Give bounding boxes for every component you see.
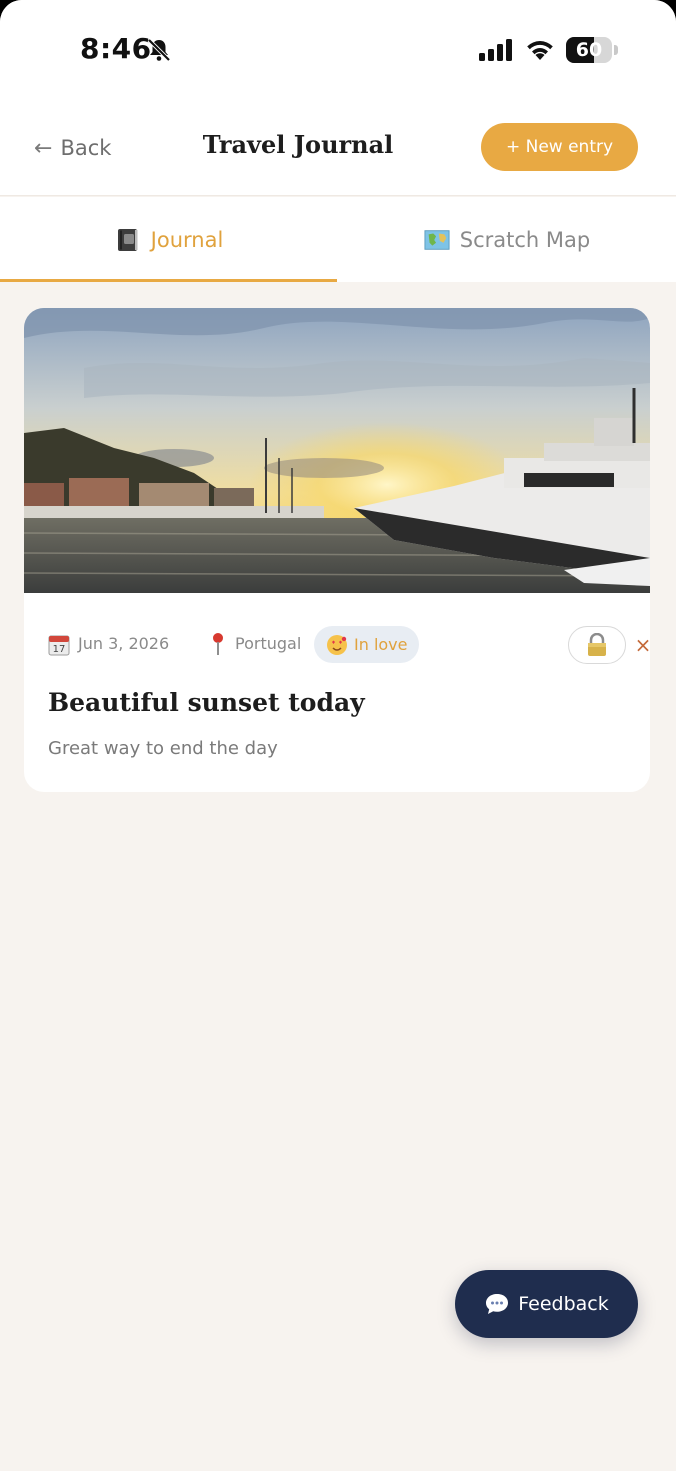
app-header: ← Back Travel Journal + New entry [0,100,676,196]
status-time: 8:46 [80,32,152,65]
privacy-toggle[interactable] [568,626,626,664]
entry-body: Great way to end the day [48,738,278,759]
feedback-label: Feedback [518,1293,609,1315]
cellular-signal-icon [479,39,512,61]
tab-journal[interactable]: Journal [0,197,338,282]
wifi-icon [527,41,553,60]
tab-scratch-map[interactable]: Scratch Map [338,197,676,282]
tab-scratch-map-label: Scratch Map [459,227,591,252]
app-screen: 8:46 60 ← Back Travel Journal + New entr… [0,0,676,1471]
lock-icon [588,633,606,656]
calendar-icon: 17 [48,635,70,656]
svg-text:17: 17 [53,644,66,655]
tab-bar: Journal Scratch Map [0,197,676,282]
bell-muted-icon [147,38,171,62]
entry-location: Portugal [235,634,302,653]
book-icon [117,228,138,251]
status-bar: 8:46 60 [0,0,676,100]
chat-bubble-icon [486,1294,509,1314]
battery-indicator: 60 [566,37,612,63]
battery-tip [614,45,618,55]
journal-entry-card[interactable]: 17 Jun 3, 2026 Portugal In love × Beauti… [24,308,650,792]
tab-journal-label: Journal [150,227,224,252]
mood-label: In love [354,635,408,654]
entry-date: Jun 3, 2026 [78,634,170,653]
location-pin-icon [213,633,223,655]
entry-title: Beautiful sunset today [48,688,365,717]
feedback-button[interactable]: Feedback [455,1270,638,1338]
close-icon[interactable]: × [632,632,650,658]
new-entry-button[interactable]: + New entry [481,123,638,171]
active-tab-indicator [0,279,337,282]
mood-badge: In love [314,626,419,663]
map-icon [424,229,450,250]
entry-meta-row: 17 Jun 3, 2026 Portugal In love × [48,626,650,664]
battery-level: 60 [575,39,603,61]
entry-photo [24,308,650,593]
heart-eyes-face-icon [327,634,347,655]
